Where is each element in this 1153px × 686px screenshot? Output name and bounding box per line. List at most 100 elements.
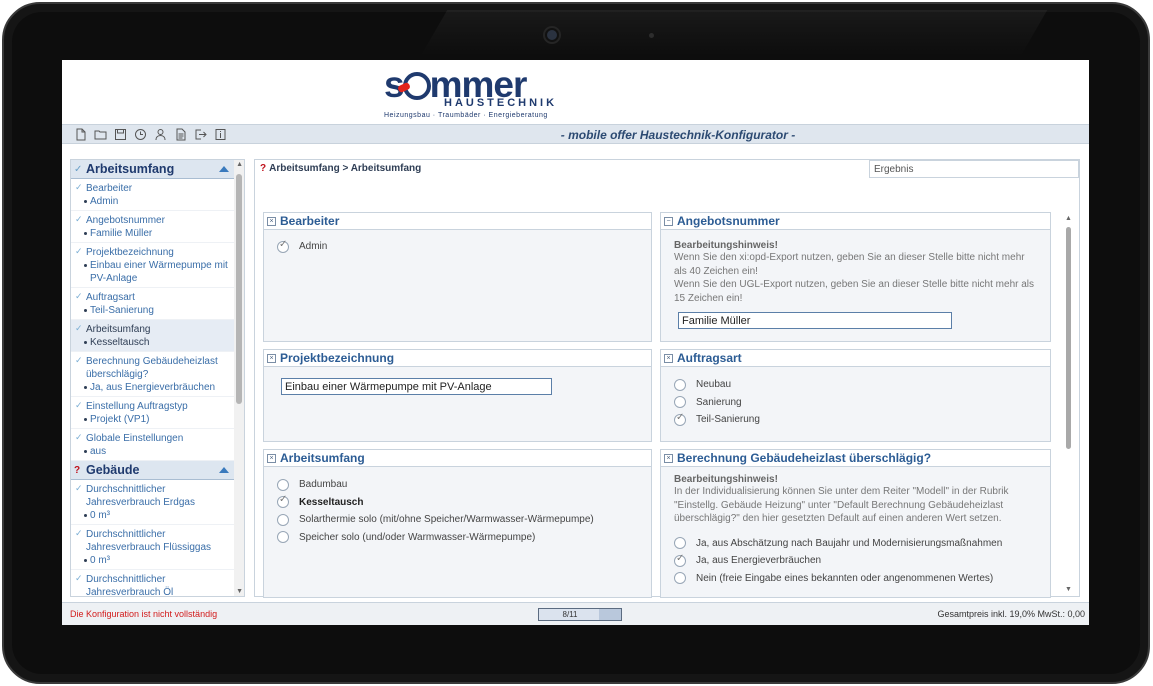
sidebar-item-auftragsart[interactable]: ✓ Auftragsart Teil-Sanierung: [71, 288, 234, 320]
sidebar-item-angebotsnummer[interactable]: ✓ Angebotsnummer Familie Müller: [71, 211, 234, 243]
collapse-box-icon[interactable]: ×: [267, 353, 276, 363]
radio-icon[interactable]: [674, 572, 686, 585]
projektbezeichnung-input[interactable]: [281, 378, 552, 395]
sidebar-item-arbeitsumfang[interactable]: ✓ Arbeitsumfang Kesseltausch: [71, 320, 234, 352]
option-speicher[interactable]: Speicher solo (und/oder Warmwasser-Wärme…: [277, 529, 638, 547]
sidebar-item-projektbezeichnung[interactable]: ✓ Projektbezeichnung Einbau einer Wärmep…: [71, 243, 234, 288]
radio-icon[interactable]: [674, 396, 686, 409]
option-label: Speicher solo (und/oder Warmwasser-Wärme…: [299, 531, 536, 543]
option-badumbau[interactable]: Badumbau: [277, 476, 638, 494]
scroll-up-icon[interactable]: ▲: [236, 161, 243, 168]
main-scroll-thumb[interactable]: [1066, 227, 1071, 449]
option-solarthermie[interactable]: Solarthermie solo (mit/ohne Speicher/War…: [277, 511, 638, 529]
radio-checked-icon[interactable]: [277, 494, 289, 509]
sidebar-item-label: Globale Einstellungen: [86, 433, 184, 444]
logo-o-ring: [402, 72, 431, 100]
hint-text: Wenn Sie den UGL-Export nutzen, geben Si…: [674, 279, 1035, 304]
option-freie-eingabe[interactable]: Nein (freie Eingabe eines bekannten oder…: [674, 570, 1037, 588]
sidebar-item-label: Durchschnittlicher Jahresverbrauch Erdga…: [86, 484, 195, 508]
collapse-icon[interactable]: [219, 467, 229, 473]
radio-checked-icon[interactable]: [674, 553, 686, 567]
sidebar-item-fluessiggas[interactable]: ✓ Durchschnittlicher Jahresverbrauch Flü…: [71, 525, 234, 570]
sidebar-item-heizlast[interactable]: ✓ Berechnung Gebäudeheizlast überschlägi…: [71, 352, 234, 397]
glare: [420, 10, 1048, 56]
radio-checked-icon[interactable]: [674, 412, 686, 426]
status-message: Die Konfiguration ist nicht vollständig: [70, 609, 218, 619]
sidebar-section-gebaeude[interactable]: ? Gebäude: [71, 461, 234, 480]
sidebar-item-value: Kesseltausch: [74, 336, 231, 349]
panel-heizlast: × Berechnung Gebäudeheizlast überschlägi…: [660, 449, 1051, 598]
option-admin[interactable]: Admin: [277, 238, 638, 256]
sidebar-item-label: Bearbeiter: [86, 183, 133, 194]
hint-title: Bearbeitungshinweis!: [674, 240, 778, 251]
breadcrumb-text: Arbeitsumfang > Arbeitsumfang: [269, 163, 422, 174]
sensor-icon: [649, 33, 654, 38]
option-label: Neubau: [696, 379, 732, 391]
sidebar-item-label: Auftragsart: [86, 292, 135, 303]
option-label: Ja, aus Abschätzung nach Baujahr und Mod…: [696, 537, 1003, 549]
sidebar-item-oel[interactable]: ✓ Durchschnittlicher Jahresverbrauch Öl: [71, 570, 234, 596]
collapse-icon[interactable]: [219, 166, 229, 172]
sidebar-item-value: Teil-Sanierung: [74, 304, 231, 317]
sidebar-section-title: Arbeitsumfang: [86, 162, 175, 176]
radio-icon[interactable]: [277, 513, 289, 526]
collapse-box-icon[interactable]: ×: [664, 353, 673, 363]
option-label: Badumbau: [299, 479, 348, 491]
check-icon: ✓: [75, 291, 83, 301]
collapse-box-icon[interactable]: ×: [664, 453, 673, 463]
angebotsnummer-input[interactable]: [678, 312, 952, 329]
option-baujahr[interactable]: Ja, aus Abschätzung nach Baujahr und Mod…: [674, 535, 1037, 553]
sidebar-section-arbeitsumfang[interactable]: ✓ Arbeitsumfang: [71, 160, 234, 179]
sidebar-item-globale-einstellungen[interactable]: ✓ Globale Einstellungen aus: [71, 429, 234, 461]
check-icon: ✓: [75, 323, 83, 333]
sidebar-item-erdgas[interactable]: ✓ Durchschnittlicher Jahresverbrauch Erd…: [71, 480, 234, 525]
sidebar-navigation: ▲ ▼ ✓ Arbeitsumfang ✓ Bearbeiter Admin ✓…: [70, 159, 245, 597]
hint-text: Wenn Sie den xi:opd-Export nutzen, geben…: [674, 252, 1025, 277]
option-energieverbraeuche[interactable]: Ja, aus Energieverbräuchen: [674, 552, 1037, 570]
collapse-box-icon[interactable]: −: [664, 216, 673, 226]
sidebar-item-bearbeiter[interactable]: ✓ Bearbeiter Admin: [71, 179, 234, 211]
radio-icon[interactable]: [674, 537, 686, 550]
sidebar-item-value: Familie Müller: [74, 227, 231, 240]
panel-arbeitsumfang: × Arbeitsumfang Badumbau Kesseltausch So…: [263, 449, 652, 598]
main-scrollbar[interactable]: ▲ ▼: [1065, 215, 1073, 595]
check-icon: ✓: [75, 182, 83, 192]
progress-bar: 8/11: [538, 608, 622, 621]
radio-checked-icon[interactable]: [277, 239, 289, 253]
sidebar-item-label: Angebotsnummer: [86, 215, 165, 226]
panel-header: × Arbeitsumfang: [264, 450, 651, 467]
radio-icon[interactable]: [277, 478, 289, 491]
collapse-box-icon[interactable]: ×: [267, 453, 276, 463]
panel-title: Bearbeiter: [280, 214, 340, 228]
scroll-down-icon[interactable]: ▼: [1065, 586, 1072, 593]
option-kesseltausch[interactable]: Kesseltausch: [277, 494, 638, 512]
sidebar-scroll-thumb[interactable]: [236, 174, 242, 404]
logo-subtitle: HAUSTECHNIK: [444, 97, 558, 109]
sidebar-item-label: Durchschnittlicher Jahresverbrauch Flüss…: [86, 529, 212, 553]
scroll-down-icon[interactable]: ▼: [236, 588, 243, 595]
option-teil-sanierung[interactable]: Teil-Sanierung: [674, 411, 1037, 429]
sidebar-item-auftragstyp[interactable]: ✓ Einstellung Auftragstyp Projekt (VP1): [71, 397, 234, 429]
check-icon: ✓: [74, 163, 83, 175]
ergebnis-button[interactable]: Ergebnis: [869, 160, 1079, 178]
check-icon: ✓: [75, 528, 83, 538]
scroll-up-icon[interactable]: ▲: [1065, 215, 1072, 222]
status-bar: Die Konfiguration ist nicht vollständig …: [62, 602, 1089, 625]
panel-header: × Bearbeiter: [264, 213, 651, 230]
option-sanierung[interactable]: Sanierung: [674, 394, 1037, 412]
check-icon: ✓: [75, 573, 83, 583]
company-logo: s mmer HAUSTECHNIK Heizungsbau · Traumbäd…: [384, 66, 559, 119]
sidebar-section-title: Gebäude: [86, 463, 140, 477]
radio-icon[interactable]: [277, 531, 289, 544]
collapse-box-icon[interactable]: ×: [267, 216, 276, 226]
option-label: Solarthermie solo (mit/ohne Speicher/War…: [299, 514, 594, 526]
option-label: Kesseltausch: [299, 496, 364, 508]
check-icon: ✓: [75, 432, 83, 442]
sidebar-scrollbar[interactable]: ▲ ▼: [234, 160, 244, 596]
toolbar: - mobile offer Haustechnik-Konfigurator …: [62, 124, 1089, 144]
radio-icon[interactable]: [674, 378, 686, 391]
option-label: Nein (freie Eingabe eines bekannten oder…: [696, 572, 994, 584]
panel-header: × Berechnung Gebäudeheizlast überschlägi…: [661, 450, 1050, 467]
option-neubau[interactable]: Neubau: [674, 376, 1037, 394]
header: s mmer HAUSTECHNIK Heizungsbau · Traumbäd…: [62, 60, 1089, 124]
